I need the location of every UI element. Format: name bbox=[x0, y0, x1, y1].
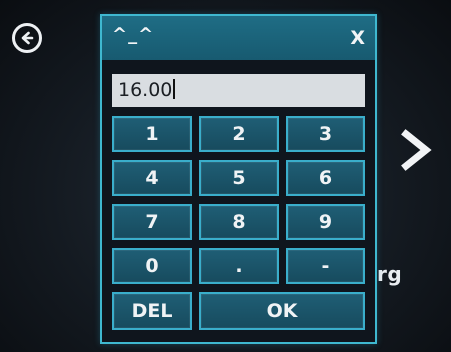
key-minus[interactable]: - bbox=[286, 248, 365, 284]
numeric-input-dialog: ^_^ X 16.00 1 2 3 4 5 6 7 8 9 0 . - DEL … bbox=[100, 14, 377, 344]
value-input-field[interactable]: 16.00 bbox=[112, 74, 365, 107]
key-decimal-point[interactable]: . bbox=[199, 248, 279, 284]
text-caret bbox=[173, 79, 176, 99]
key-9[interactable]: 9 bbox=[286, 204, 365, 240]
dialog-titlebar: ^_^ X bbox=[102, 16, 375, 60]
next-button[interactable] bbox=[400, 128, 434, 172]
key-4[interactable]: 4 bbox=[112, 160, 192, 196]
key-8[interactable]: 8 bbox=[199, 204, 279, 240]
key-7[interactable]: 7 bbox=[112, 204, 192, 240]
dialog-title: ^_^ bbox=[112, 24, 155, 45]
key-5[interactable]: 5 bbox=[199, 160, 279, 196]
back-arrow-icon bbox=[19, 30, 35, 46]
back-button[interactable] bbox=[12, 23, 42, 53]
chevron-right-icon bbox=[400, 129, 434, 176]
delete-button[interactable]: DEL bbox=[112, 292, 192, 330]
close-button[interactable]: X bbox=[350, 27, 365, 49]
key-1[interactable]: 1 bbox=[112, 116, 192, 152]
key-3[interactable]: 3 bbox=[286, 116, 365, 152]
key-6[interactable]: 6 bbox=[286, 160, 365, 196]
device-screen: rg ^_^ X 16.00 1 2 3 4 5 6 7 8 9 0 . - D… bbox=[0, 0, 451, 352]
ok-button[interactable]: OK bbox=[199, 292, 365, 330]
key-0[interactable]: 0 bbox=[112, 248, 192, 284]
value-input-text: 16.00 bbox=[118, 79, 173, 101]
background-unit-label: rg bbox=[377, 262, 403, 286]
key-2[interactable]: 2 bbox=[199, 116, 279, 152]
